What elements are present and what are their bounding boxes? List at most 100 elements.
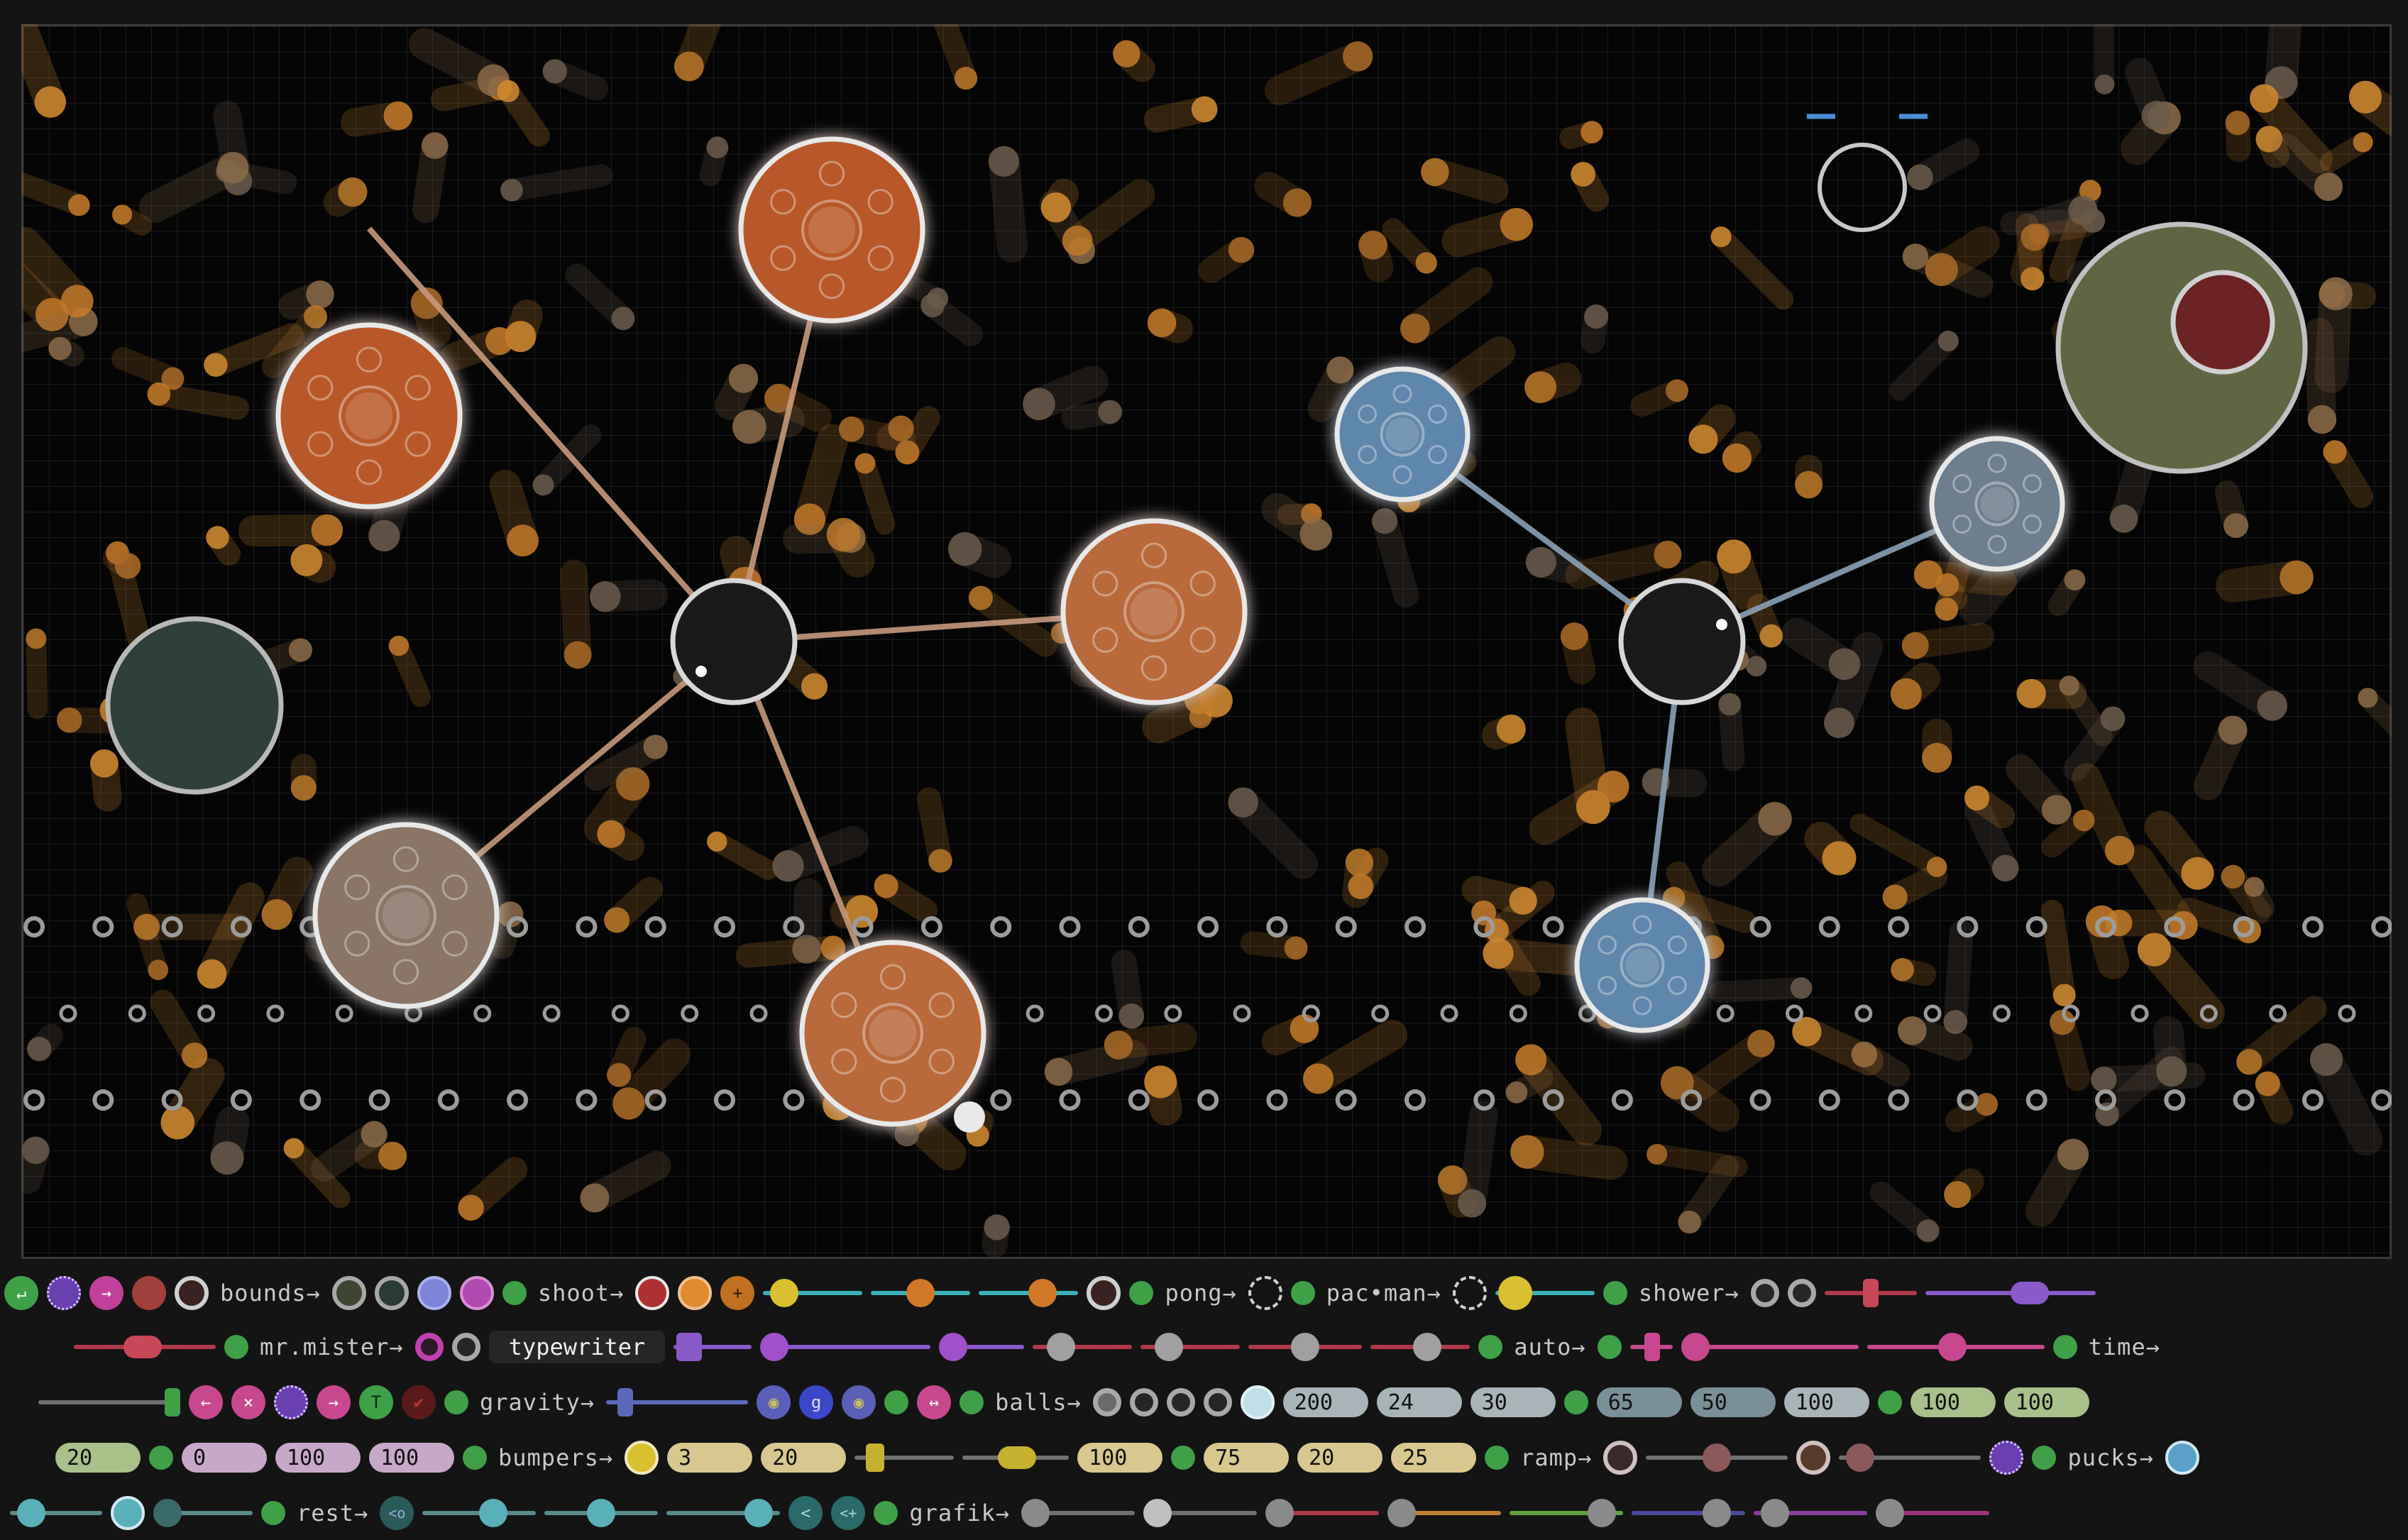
- ball[interactable]: [955, 67, 977, 89]
- shower-label[interactable]: shower→: [1639, 1280, 1739, 1307]
- gravity-label[interactable]: gravity→: [480, 1389, 595, 1416]
- pin[interactable]: [1994, 1006, 2008, 1021]
- balls-ring-2[interactable]: [1130, 1388, 1158, 1417]
- ball[interactable]: [182, 1043, 207, 1068]
- balls-value-4[interactable]: 65: [1597, 1387, 1682, 1417]
- auto-slider-2[interactable]: [1681, 1330, 1859, 1364]
- bumpers-value-1[interactable]: 20: [55, 1443, 141, 1473]
- typewriter-slider-2[interactable]: [760, 1330, 930, 1364]
- shower-ring-2[interactable]: [1788, 1279, 1816, 1307]
- ball[interactable]: [2110, 505, 2138, 533]
- ball[interactable]: [22, 1137, 50, 1165]
- anchor-right[interactable]: [1621, 581, 1743, 703]
- orange-hub-left[interactable]: [278, 325, 460, 507]
- pucks-toggle-dot[interactable]: [2032, 1446, 2056, 1470]
- bumpers-value-10[interactable]: 25: [1391, 1443, 1476, 1473]
- ball[interactable]: [1458, 1189, 1486, 1218]
- ball[interactable]: [2138, 933, 2171, 967]
- bumpers-toggle-dot-2[interactable]: [463, 1446, 487, 1470]
- pin[interactable]: [683, 1006, 697, 1021]
- pin[interactable]: [1028, 1006, 1042, 1021]
- ball[interactable]: [1661, 1066, 1694, 1099]
- ball[interactable]: [1283, 188, 1312, 216]
- pin[interactable]: [2028, 1091, 2045, 1109]
- bumpers-value-9[interactable]: 20: [1297, 1443, 1382, 1473]
- ball[interactable]: [1045, 1058, 1072, 1086]
- pin[interactable]: [1199, 918, 1216, 935]
- ball[interactable]: [1598, 771, 1629, 803]
- rest-slider-4[interactable]: [544, 1496, 658, 1530]
- balls-white-ball[interactable]: [1241, 1385, 1275, 1419]
- pin[interactable]: [923, 918, 940, 935]
- ball[interactable]: [1580, 121, 1603, 143]
- rest-slider-1[interactable]: [10, 1496, 102, 1530]
- pin[interactable]: [752, 1006, 766, 1021]
- bounds-ring-button[interactable]: [175, 1276, 209, 1310]
- ball[interactable]: [1902, 632, 1929, 659]
- bumpers-value-4[interactable]: 100: [369, 1443, 454, 1473]
- ball[interactable]: [61, 285, 94, 317]
- ball[interactable]: [948, 532, 982, 566]
- ball[interactable]: [533, 474, 554, 495]
- ball[interactable]: [1358, 231, 1387, 260]
- gravity-close-button[interactable]: ×: [231, 1385, 265, 1419]
- ball[interactable]: [2221, 865, 2245, 889]
- ball[interactable]: [1917, 1219, 1940, 1242]
- ball[interactable]: [874, 874, 898, 898]
- ball[interactable]: [590, 581, 620, 612]
- pin[interactable]: [578, 1091, 595, 1109]
- pin[interactable]: [1235, 1006, 1249, 1021]
- ball[interactable]: [312, 515, 343, 546]
- pin[interactable]: [233, 1091, 250, 1109]
- ball[interactable]: [2042, 795, 2072, 825]
- ball[interactable]: [643, 735, 667, 759]
- typewriter-slider-3[interactable]: [939, 1330, 1024, 1364]
- ball[interactable]: [1992, 855, 2018, 881]
- ball[interactable]: [291, 544, 323, 576]
- ball[interactable]: [1824, 708, 1854, 738]
- magenta-dot-button[interactable]: [415, 1333, 444, 1361]
- pin[interactable]: [337, 1006, 351, 1021]
- ball[interactable]: [989, 146, 1019, 177]
- typewriter-slider-6[interactable]: [1248, 1330, 1362, 1364]
- periwinkle-swatch[interactable]: [417, 1276, 451, 1310]
- pin[interactable]: [992, 918, 1009, 935]
- balls-value-1[interactable]: 200: [1283, 1387, 1368, 1417]
- pin[interactable]: [371, 1091, 388, 1109]
- pin[interactable]: [785, 1091, 802, 1109]
- ball[interactable]: [2255, 1072, 2280, 1096]
- ball[interactable]: [1944, 1181, 1971, 1208]
- pong-label[interactable]: pong→: [1165, 1280, 1236, 1307]
- pin[interactable]: [1166, 1006, 1180, 1021]
- pin[interactable]: [716, 1091, 733, 1109]
- bumpers-value-5[interactable]: 3: [667, 1443, 752, 1473]
- ball[interactable]: [2310, 1043, 2343, 1076]
- pin[interactable]: [94, 1091, 111, 1109]
- mr-mister-label[interactable]: mr.mister→: [260, 1333, 404, 1360]
- pucks-blue-ball[interactable]: [2165, 1441, 2199, 1475]
- ball[interactable]: [368, 520, 400, 551]
- ball[interactable]: [1722, 444, 1752, 473]
- balls-ring-4[interactable]: [1204, 1388, 1232, 1417]
- ball[interactable]: [1348, 874, 1373, 899]
- ball[interactable]: [148, 959, 168, 980]
- ball[interactable]: [133, 914, 160, 940]
- pin[interactable]: [61, 1006, 75, 1021]
- shoot-slider-3[interactable]: [979, 1276, 1078, 1310]
- ball[interactable]: [1023, 388, 1055, 421]
- ball[interactable]: [1654, 541, 1681, 568]
- teal-ring-swatch[interactable]: [375, 1276, 409, 1310]
- balls-ring-3[interactable]: [1167, 1388, 1195, 1417]
- ball[interactable]: [1098, 400, 1122, 424]
- ball[interactable]: [772, 850, 803, 881]
- shower-ring-1[interactable]: [1751, 1279, 1779, 1307]
- ball[interactable]: [2057, 1139, 2089, 1170]
- grafik-slider-2[interactable]: [1143, 1496, 1257, 1530]
- ball[interactable]: [1526, 547, 1556, 578]
- ball[interactable]: [2319, 277, 2353, 310]
- ball[interactable]: [1515, 1044, 1546, 1075]
- ball[interactable]: [115, 553, 141, 579]
- ball[interactable]: [361, 1121, 387, 1148]
- ball[interactable]: [1710, 226, 1731, 247]
- ball[interactable]: [262, 899, 292, 930]
